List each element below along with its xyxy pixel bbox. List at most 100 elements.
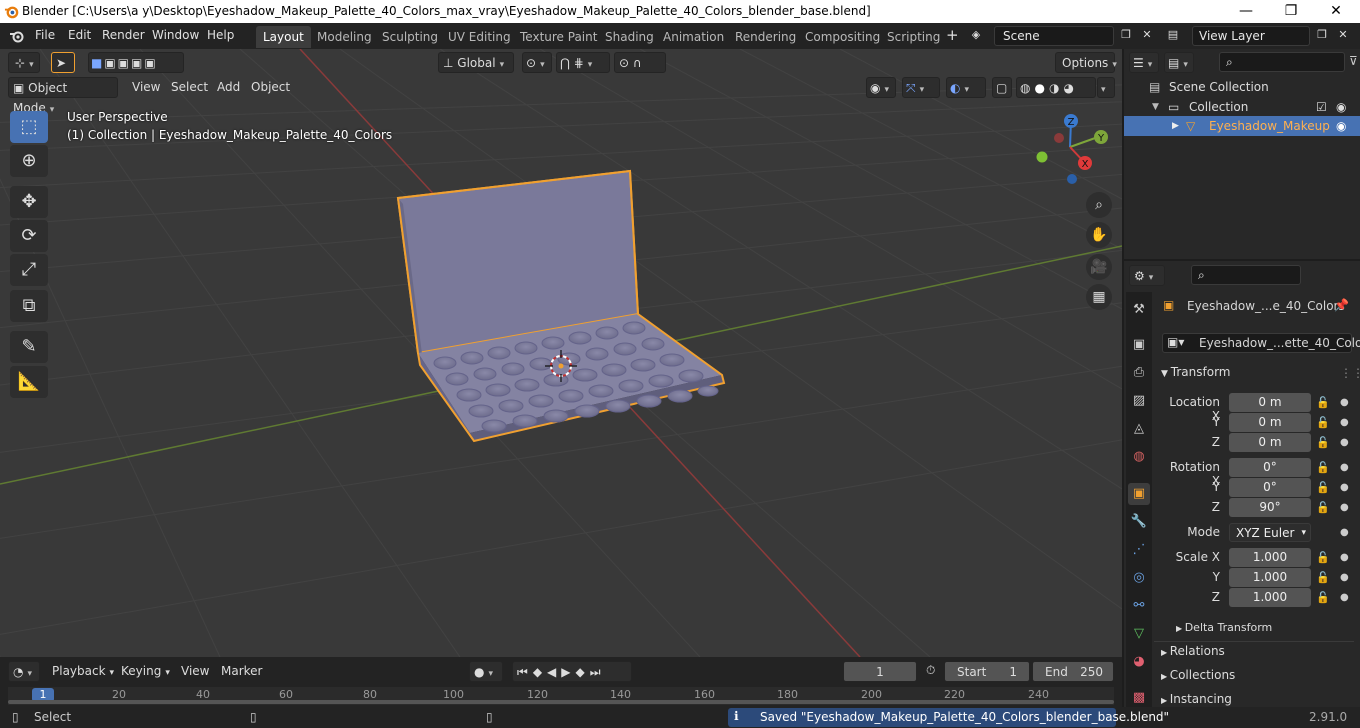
keyframe-dot-icon[interactable]: ● xyxy=(1340,437,1349,448)
play-icon[interactable]: ▶ xyxy=(561,665,575,679)
transform-tool[interactable]: ⧉ xyxy=(10,290,48,322)
shading-options-button[interactable]: ▾ xyxy=(1097,77,1115,98)
outliner-search-input[interactable]: ⌕ xyxy=(1219,52,1345,72)
physics-tab-icon[interactable]: ◎ xyxy=(1128,567,1150,589)
tab-rendering[interactable]: Rendering xyxy=(728,26,803,48)
visibility-button[interactable]: ◉ ▾ xyxy=(866,77,896,98)
options-button[interactable]: Options ▾ xyxy=(1055,52,1117,73)
particles-tab-icon[interactable]: ⋰ xyxy=(1128,539,1150,561)
object-name-field[interactable]: ▣▾ Eyeshadow_...ette_40_Colors xyxy=(1162,333,1360,353)
tab-scripting[interactable]: Scripting xyxy=(880,26,947,48)
panel-grip-icon[interactable]: ⋮⋮ xyxy=(1340,366,1360,380)
tab-animation[interactable]: Animation xyxy=(656,26,731,48)
location-y-field[interactable]: 0 m xyxy=(1229,413,1311,432)
shading-buttons[interactable]: ◍●◑◕ xyxy=(1016,77,1096,98)
world-tab-icon[interactable]: ◍ xyxy=(1128,446,1150,468)
ortho-toggle-button[interactable]: ▦ xyxy=(1086,284,1112,310)
add-workspace-button[interactable]: + xyxy=(946,26,959,44)
tab-uv-editing[interactable]: UV Editing xyxy=(441,26,518,48)
keyframe-dot-icon[interactable]: ● xyxy=(1340,397,1349,408)
properties-editor-type-button[interactable]: ⚙ ▾ xyxy=(1129,265,1165,286)
data-tab-icon[interactable]: ▽ xyxy=(1128,623,1150,645)
keyframe-dot-icon[interactable]: ● xyxy=(1340,572,1349,583)
tab-sculpting[interactable]: Sculpting xyxy=(375,26,445,48)
constraints-tab-icon[interactable]: ⚯ xyxy=(1128,595,1150,617)
timeline-ruler[interactable]: 1 20 40 60 80 100 120 140 160 180 200 22… xyxy=(8,687,1114,705)
scale-tool[interactable]: ⤢ xyxy=(10,254,48,286)
timeline-editor-type-button[interactable]: ◔ ▾ xyxy=(8,661,40,682)
display-mode-button[interactable]: ▤ ▾ xyxy=(1164,52,1194,73)
keyframe-dot-icon[interactable]: ● xyxy=(1340,462,1349,473)
menu-edit[interactable]: Edit xyxy=(68,28,91,42)
neg-x-axis-gizmo[interactable] xyxy=(1054,133,1064,143)
scale-x-field[interactable]: 1.000 xyxy=(1229,548,1311,567)
timeline-menu-keying[interactable]: Keying ▾ xyxy=(121,664,170,678)
collections-panel-header[interactable]: ▶ Collections xyxy=(1161,668,1235,682)
menu-window[interactable]: Window xyxy=(152,28,199,42)
pivot-point-button[interactable]: ⊙ ▾ xyxy=(522,52,552,73)
outliner-row-object[interactable]: ▶ ▽ Eyeshadow_Makeup ◉ xyxy=(1124,116,1360,136)
collection-checkbox-icon[interactable]: ☑ xyxy=(1316,97,1327,117)
rotation-z-field[interactable]: 90° xyxy=(1229,498,1311,517)
lock-rotation-x-icon[interactable]: 🔓 xyxy=(1316,461,1330,474)
scale-z-field[interactable]: 1.000 xyxy=(1229,588,1311,607)
neg-z-axis-gizmo[interactable] xyxy=(1067,174,1077,184)
keyframe-dot-icon[interactable]: ● xyxy=(1340,482,1349,493)
expand-collection-icon[interactable]: ▼ xyxy=(1152,97,1159,117)
lock-scale-y-icon[interactable]: 🔓 xyxy=(1316,571,1330,584)
new-view-layer-icon[interactable]: ❐ xyxy=(1312,26,1332,46)
timeline-scrollbar[interactable] xyxy=(8,700,1114,704)
scene-field[interactable]: Scene xyxy=(994,26,1114,46)
relations-panel-header[interactable]: ▶ Relations xyxy=(1161,644,1225,658)
tab-shading[interactable]: Shading xyxy=(598,26,661,48)
location-z-field[interactable]: 0 m xyxy=(1229,433,1311,452)
keyframe-dot-icon[interactable]: ● xyxy=(1340,502,1349,513)
lock-location-y-icon[interactable]: 🔓 xyxy=(1316,416,1330,429)
pin-icon[interactable]: 📌 xyxy=(1334,298,1349,312)
collection-eye-icon[interactable]: ◉ xyxy=(1336,97,1346,117)
instancing-panel-header[interactable]: ▶ Instancing xyxy=(1161,692,1232,706)
pan-button[interactable]: ✋ xyxy=(1086,222,1112,248)
material-tab-icon[interactable]: ◕ xyxy=(1128,651,1150,673)
gizmo-button[interactable]: ⤧ ▾ xyxy=(902,77,940,98)
prev-keyframe-icon[interactable]: ◆ xyxy=(533,665,547,679)
scene-tab-icon[interactable]: ◬ xyxy=(1128,418,1150,440)
menu-help[interactable]: Help xyxy=(207,28,234,42)
outliner-row-scene-collection[interactable]: ▤ Scene Collection xyxy=(1124,77,1360,97)
filter-icon[interactable]: ⊽ xyxy=(1349,54,1358,68)
view-layer-icon[interactable]: ▤ xyxy=(1163,26,1183,46)
close-button[interactable]: ✕ xyxy=(1313,0,1359,23)
menu-render[interactable]: Render xyxy=(102,28,145,42)
tab-compositing[interactable]: Compositing xyxy=(798,26,887,48)
view-layer-field[interactable]: View Layer xyxy=(1192,26,1310,46)
next-keyframe-icon[interactable]: ◆ xyxy=(576,665,590,679)
texture-tab-icon[interactable]: ▩ xyxy=(1128,687,1150,709)
rotation-y-field[interactable]: 0° xyxy=(1229,478,1311,497)
neg-y-axis-gizmo[interactable] xyxy=(1036,151,1048,163)
snap-button[interactable]: ⋂ ⋕ ▾ xyxy=(556,52,610,73)
timeline-menu-playback[interactable]: Playback ▾ xyxy=(52,664,114,678)
scene-icon[interactable]: ◈ xyxy=(966,26,986,46)
navigation-gizmo[interactable]: Z Y X xyxy=(1030,110,1120,190)
proportional-edit-button[interactable]: ⊙ ∩ xyxy=(614,52,666,73)
measure-tool[interactable]: 📐 xyxy=(10,366,48,398)
camera-view-button[interactable]: 🎥 xyxy=(1086,254,1112,280)
modifier-tab-icon[interactable]: 🔧 xyxy=(1128,511,1150,533)
current-frame-field[interactable]: 1 xyxy=(843,661,917,682)
location-x-field[interactable]: 0 m xyxy=(1229,393,1311,412)
start-frame-field[interactable]: Start 1 xyxy=(944,661,1030,682)
blender-menu-icon[interactable] xyxy=(8,28,26,44)
end-frame-field[interactable]: End 250 xyxy=(1032,661,1114,682)
outliner-row-collection[interactable]: ▼ ▭ Collection ☑ ◉ xyxy=(1124,97,1360,117)
viewport-menu-select[interactable]: Select xyxy=(171,80,208,94)
xray-button[interactable]: ▢ xyxy=(992,77,1012,98)
rotate-tool[interactable]: ⟳ xyxy=(10,220,48,252)
remove-scene-icon[interactable]: ✕ xyxy=(1137,26,1157,46)
transform-orientation-select[interactable]: ⊥ Global ▾ xyxy=(438,52,514,73)
timeline-menu-marker[interactable]: Marker xyxy=(221,664,262,678)
scale-y-field[interactable]: 1.000 xyxy=(1229,568,1311,587)
viewport-menu-view[interactable]: View xyxy=(132,80,160,94)
select-box-tool[interactable]: ⬚ xyxy=(10,111,48,143)
editor-type-button[interactable]: ⊹ ▾ xyxy=(8,52,40,73)
render-tab-icon[interactable]: ▣ xyxy=(1128,334,1150,356)
